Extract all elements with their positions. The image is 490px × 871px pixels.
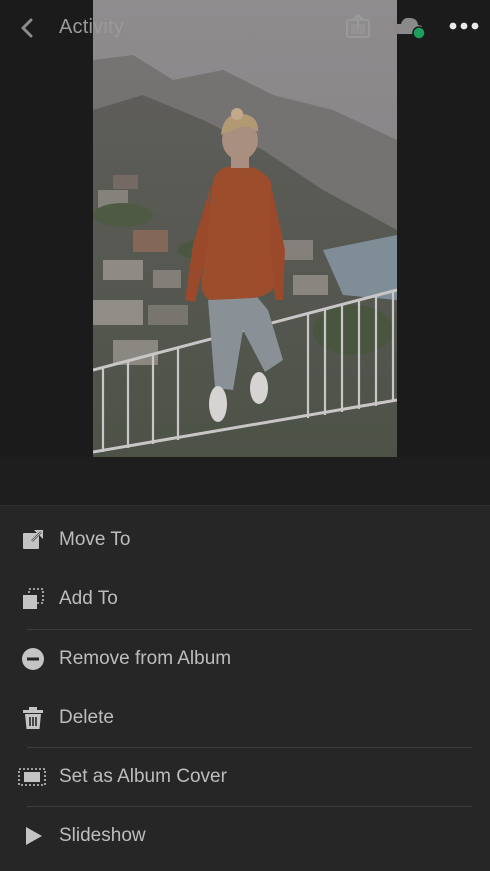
menu-item-label: Delete: [59, 706, 114, 728]
album-cover-icon: [18, 764, 46, 790]
sync-status-dot: [412, 26, 426, 40]
back-button[interactable]: [14, 14, 42, 42]
menu-item-label: Set as Album Cover: [59, 765, 227, 787]
action-sheet: Move To Add To Remove from Album Delete …: [0, 505, 490, 871]
menu-item-slideshow[interactable]: Slideshow: [0, 806, 490, 865]
chevron-left-icon: [21, 18, 33, 38]
top-bar: Activity: [0, 0, 490, 54]
share-export-icon: [346, 13, 370, 38]
menu-item-remove-from-album[interactable]: Remove from Album: [0, 629, 490, 688]
add-to-icon: [20, 586, 46, 612]
photo-preview[interactable]: [93, 0, 397, 457]
share-button[interactable]: [344, 12, 372, 40]
cloud-sync-icon: [393, 17, 426, 40]
menu-item-add-to[interactable]: Add To: [0, 569, 490, 628]
menu-item-move-to[interactable]: Move To: [0, 510, 490, 569]
photo-viewer-screen: Activity Move To Add To Remove from Albu…: [0, 0, 490, 871]
more-options-button[interactable]: [448, 12, 480, 40]
photo-image: [93, 0, 397, 457]
play-icon: [20, 823, 46, 849]
move-to-icon: [20, 527, 46, 553]
menu-item-set-album-cover[interactable]: Set as Album Cover: [0, 747, 490, 806]
trash-icon: [20, 705, 46, 731]
menu-item-delete[interactable]: Delete: [0, 688, 490, 747]
remove-circle-icon: [20, 646, 46, 672]
menu-item-label: Slideshow: [59, 824, 146, 846]
menu-item-label: Remove from Album: [59, 647, 232, 669]
sheet-backdrop[interactable]: [0, 457, 490, 505]
menu-item-label: Move To: [59, 528, 131, 550]
photo-area: [0, 0, 490, 457]
menu-item-label: Add To: [59, 587, 118, 609]
more-dots-icon: [449, 22, 479, 30]
cloud-sync-button[interactable]: [392, 12, 428, 42]
page-title: Activity: [59, 16, 124, 38]
